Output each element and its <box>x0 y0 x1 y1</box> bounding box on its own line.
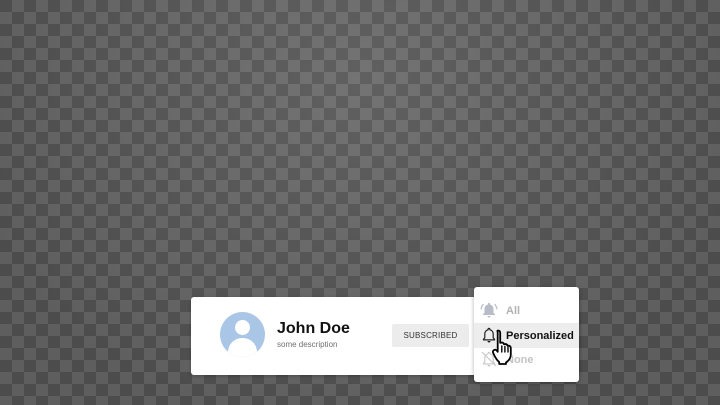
bell-ringing-icon <box>480 302 498 318</box>
menu-item-label: All <box>506 304 521 317</box>
subscribed-button[interactable]: SUBSCRIBED <box>392 324 469 347</box>
channel-name[interactable]: John Doe <box>277 320 350 338</box>
menu-item-personalized[interactable]: Personalized <box>474 323 579 348</box>
menu-item-none[interactable]: None <box>474 347 579 372</box>
notification-menu: All Personalized None <box>474 287 579 382</box>
user-avatar-icon[interactable] <box>220 312 265 357</box>
avatar-head <box>235 320 250 335</box>
menu-item-label: Personalized <box>506 329 574 342</box>
avatar-shoulders <box>228 338 257 357</box>
channel-description: some description <box>277 340 338 349</box>
menu-item-all[interactable]: All <box>474 298 579 323</box>
hand-pointer-icon <box>492 329 512 365</box>
